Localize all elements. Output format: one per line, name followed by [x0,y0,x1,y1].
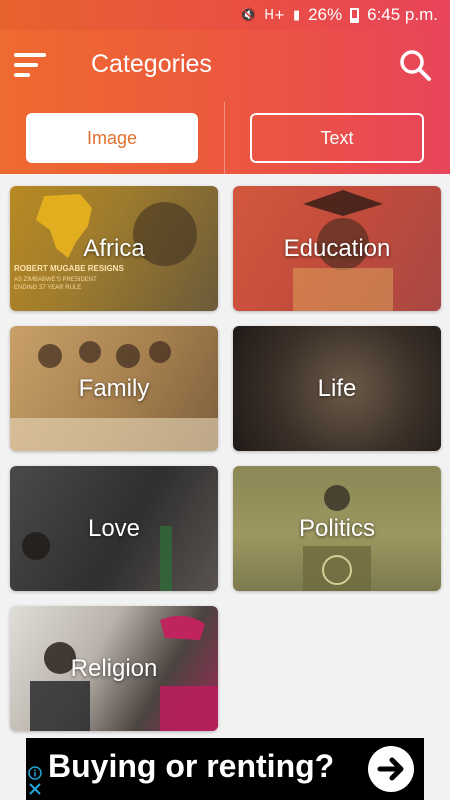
page-title: Categories [91,50,212,78]
category-label-family: Family [78,374,150,402]
clock: 6:45 p.m. [367,5,438,24]
close-icon[interactable] [28,782,42,796]
category-label-education: Education [283,234,391,262]
category-card-education[interactable]: Education [233,186,441,311]
category-card-life[interactable]: Life [233,326,441,451]
category-card-love[interactable]: Love [10,466,218,591]
app-bar: Categories [0,30,450,102]
category-label-life: Life [317,374,357,402]
tab-text[interactable]: Text [250,113,424,163]
africa-headline: ROBERT MUGABE RESIGNS [14,264,124,273]
category-card-africa[interactable]: ROBERT MUGABE RESIGNS AS ZIMBABWE'S PRES… [10,186,218,311]
africa-sub1: AS ZIMBABWE'S PRESIDENT [14,277,97,283]
battery-percent: 26% [308,5,343,24]
info-icon[interactable] [28,766,42,780]
tab-divider [224,102,225,174]
ad-text: Buying or renting? [48,748,335,784]
category-card-family[interactable]: Family [10,326,218,451]
status-bar: 🔇 H+ ▮ 26% 6:45 p.m. [0,0,450,30]
signal-icon: ▮ [292,7,301,23]
network-type: H+ [264,7,285,23]
category-card-politics[interactable]: Politics [233,466,441,591]
arrow-right-icon[interactable] [368,746,414,792]
battery-icon [350,7,360,23]
ad-banner[interactable]: Buying or renting? [26,738,424,800]
category-label-politics: Politics [298,514,376,542]
category-label-africa: Africa [83,234,145,262]
mute-icon: 🔇 [240,7,257,23]
tab-bar: Image Text [0,102,450,174]
category-label-religion: Religion [70,654,158,682]
tab-image[interactable]: Image [26,113,198,163]
africa-sub2: ENDING 37 YEAR RULE [14,285,82,291]
search-icon[interactable] [398,48,432,82]
category-card-religion[interactable]: Religion [10,606,218,731]
category-label-love: Love [87,514,141,542]
menu-icon[interactable] [14,52,46,78]
